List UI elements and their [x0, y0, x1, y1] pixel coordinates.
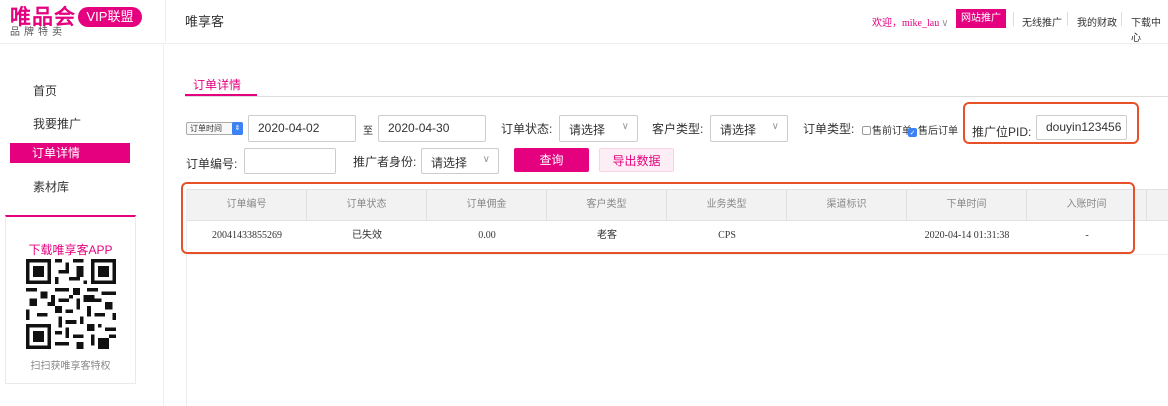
sidebar-item-home[interactable]: 首页: [33, 82, 57, 99]
nav-divider: [1067, 12, 1068, 26]
promoter-identity-label: 推广者身份:: [353, 155, 417, 169]
time-type-value: 订单时间: [190, 124, 222, 133]
nav-mobile-promo[interactable]: 无线推广: [1022, 14, 1062, 29]
chevron-down-icon: ∨: [482, 154, 490, 165]
qr-code-icon: [26, 259, 116, 349]
customer-type-select[interactable]: 请选择 ∨: [710, 115, 788, 142]
updown-arrow-icon: ⇕: [232, 122, 243, 135]
customer-type-label: 客户类型:: [652, 122, 704, 136]
order-number-label: 订单编号:: [186, 157, 238, 171]
user-menu[interactable]: 欢迎，mike_lau ∨: [872, 14, 949, 29]
date-from-input[interactable]: 2020-04-02: [248, 115, 356, 142]
sidebar-divider: [163, 44, 164, 406]
welcome-text: 欢迎，mike_lau: [872, 18, 940, 29]
app-title: 唯享客: [185, 14, 225, 29]
promo-footer: 扫扫获唯享客特权: [30, 361, 111, 372]
app-download-promo: 下载唯享客APP 扫扫获唯享客特权: [5, 215, 136, 384]
date-to-value: 2020-04-30: [388, 121, 450, 135]
chevron-down-icon: ∨: [941, 18, 949, 29]
aftersale-label: 售后订单: [918, 126, 958, 137]
checkbox-icon[interactable]: [862, 126, 871, 135]
sidebar-item-promote[interactable]: 我要推广: [33, 115, 81, 132]
order-number-input[interactable]: [244, 148, 336, 174]
chevron-down-icon: ∨: [771, 121, 779, 132]
nav-divider: [1121, 12, 1122, 26]
table-highlight-box: [181, 182, 1135, 254]
presale-label: 售前订单: [872, 126, 912, 137]
nav-download-center[interactable]: 下载中心: [1131, 14, 1168, 44]
search-button[interactable]: 查询: [514, 148, 589, 172]
order-type-label: 订单类型:: [803, 122, 855, 136]
pid-highlight-box: [963, 102, 1139, 144]
chevron-down-icon: ∨: [621, 121, 629, 132]
vip-alliance-badge[interactable]: VIP联盟: [78, 7, 142, 27]
row-divider: [187, 254, 1168, 255]
order-type-aftersale-option[interactable]: ✓ 售后订单: [908, 122, 958, 137]
header-divider: [165, 0, 166, 42]
promoter-identity-value: 请选择: [431, 156, 468, 170]
promoter-identity-select[interactable]: 请选择 ∨: [421, 148, 499, 174]
time-type-select[interactable]: 订单时间 ⇕: [186, 122, 243, 135]
promo-title: 下载唯享客APP: [28, 243, 113, 257]
header-border: [0, 43, 1168, 44]
nav-my-finance[interactable]: 我的财政: [1077, 14, 1117, 29]
tab-order-details[interactable]: 订单详情: [193, 76, 241, 93]
checkbox-checked-icon[interactable]: ✓: [908, 128, 917, 137]
nav-divider: [1013, 12, 1014, 26]
order-status-value: 请选择: [569, 123, 606, 137]
order-status-label: 订单状态:: [501, 122, 553, 136]
sidebar-item-order-details[interactable]: 订单详情: [10, 143, 130, 163]
customer-type-value: 请选择: [720, 123, 757, 137]
logo-tagline: 品牌特卖: [10, 27, 66, 38]
tab-baseline: [185, 96, 1168, 97]
date-to-input[interactable]: 2020-04-30: [378, 115, 486, 142]
order-type-presale-option[interactable]: 售前订单: [862, 122, 912, 137]
export-data-button[interactable]: 导出数据: [599, 148, 674, 172]
date-range-separator: 至: [363, 126, 373, 137]
order-status-select[interactable]: 请选择 ∨: [559, 115, 638, 142]
date-from-value: 2020-04-02: [258, 121, 320, 135]
sidebar-item-materials[interactable]: 素材库: [33, 178, 69, 195]
nav-website-promo[interactable]: 网站推广: [956, 9, 1006, 28]
sidebar-item-label: 订单详情: [32, 146, 81, 160]
